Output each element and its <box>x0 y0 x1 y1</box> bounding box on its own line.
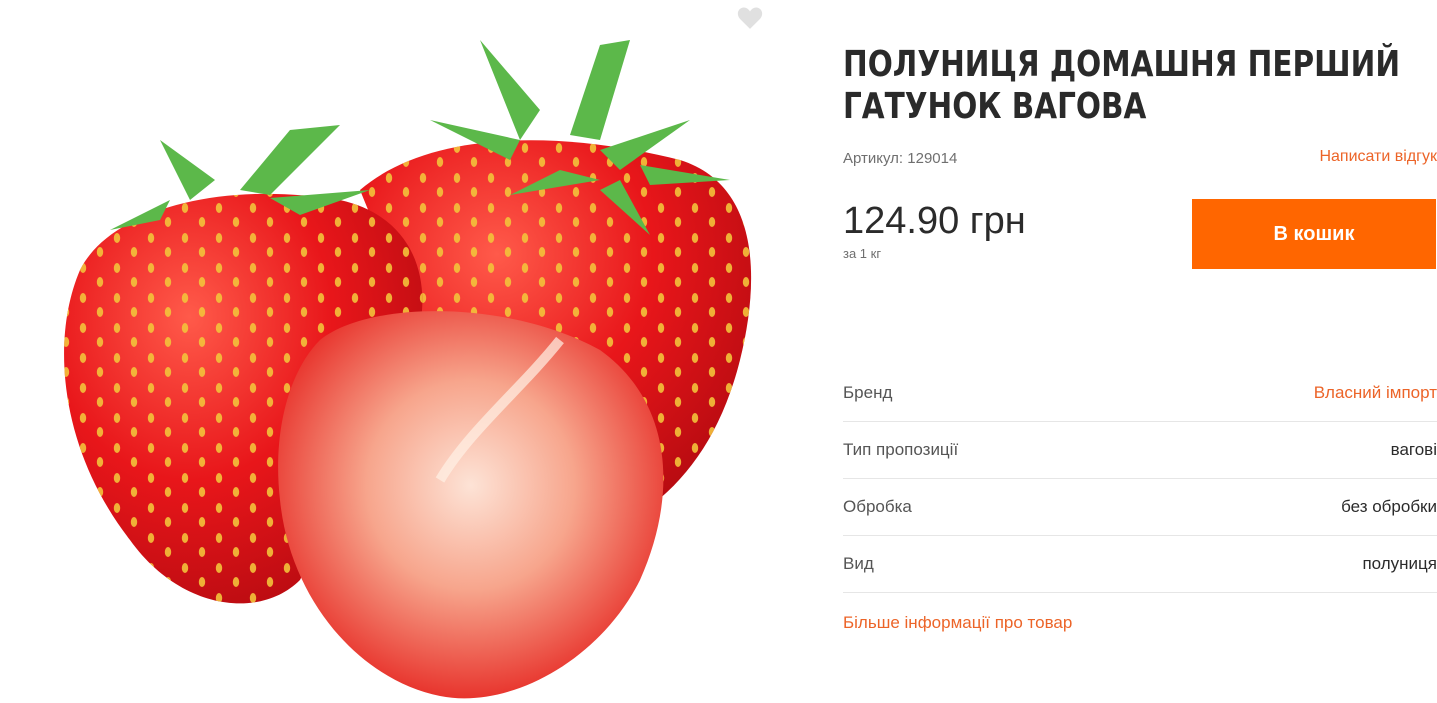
spec-value: полуниця <box>1362 554 1437 573</box>
more-info-link[interactable]: Більше інформації про товар <box>843 613 1072 633</box>
spec-label: Обробка <box>843 497 912 516</box>
add-to-cart-button[interactable]: В кошик <box>1192 199 1436 269</box>
product-sku: Артикул: 129014 <box>843 150 958 167</box>
spec-label: Вид <box>843 554 874 573</box>
spec-row-offer-type: Тип пропозиції вагові <box>843 422 1437 479</box>
product-image[interactable] <box>40 20 770 703</box>
brand-link[interactable]: Власний імпорт <box>1314 383 1437 403</box>
product-info: ПОЛУНИЦЯ ДОМАШНЯ ПЕРШИЙ ГАТУНОК ВАГОВА А… <box>843 0 1437 703</box>
specs-table: Бренд Власний імпорт Тип пропозиції ваго… <box>843 365 1437 593</box>
price-unit: за 1 кг <box>843 246 882 261</box>
spec-value: без обробки <box>1341 497 1437 516</box>
spec-row-processing: Обробка без обробки <box>843 479 1437 536</box>
spec-label: Бренд <box>843 383 893 402</box>
spec-label: Тип пропозиції <box>843 440 959 459</box>
product-title: ПОЛУНИЦЯ ДОМАШНЯ ПЕРШИЙ ГАТУНОК ВАГОВА <box>843 44 1401 127</box>
heart-icon[interactable] <box>736 6 764 30</box>
product-price: 124.90 грн <box>843 200 1026 242</box>
spec-row-brand: Бренд Власний імпорт <box>843 365 1437 422</box>
spec-row-kind: Вид полуниця <box>843 536 1437 593</box>
spec-value: вагові <box>1390 440 1437 459</box>
write-review-link[interactable]: Написати відгук <box>1319 148 1437 166</box>
